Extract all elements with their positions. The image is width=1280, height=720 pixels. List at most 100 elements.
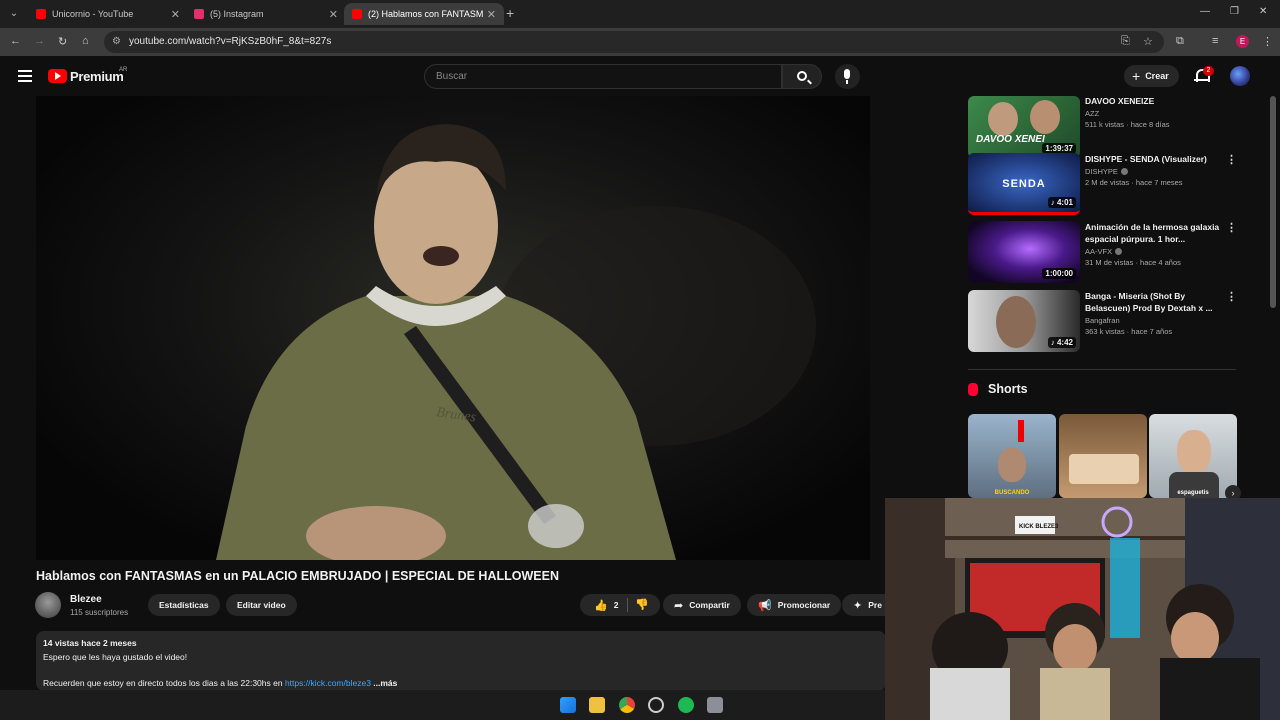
share-button[interactable]: ➦ Compartir [663,594,741,616]
back-icon[interactable]: ← [10,35,21,47]
video-thumbnail[interactable]: SENDA ♪ 4:01 [968,153,1080,215]
premium-button[interactable]: ✦ Pre [842,594,885,616]
tab-instagram[interactable]: (5) Instagram ✕ [186,3,346,25]
close-tab-icon[interactable]: ✕ [487,8,496,21]
channel-avatar[interactable] [35,592,61,618]
search-button[interactable] [782,64,822,89]
video-thumbnail[interactable]: DAVOO XENEI 1:39:37 [968,96,1080,158]
channel-name[interactable]: Blezee [70,594,102,605]
dislike-icon[interactable]: 👎 [635,598,649,611]
shorts-logo-icon [968,382,978,396]
create-button[interactable]: + Crear [1124,65,1179,87]
file-explorer-icon[interactable] [589,697,605,713]
more-options-icon[interactable]: ⋮ [1226,221,1237,234]
search-input[interactable] [425,65,781,88]
more-options-icon[interactable]: ⋮ [1226,153,1237,166]
share-label: Compartir [689,600,730,610]
channel-name[interactable]: AA-VFX [1085,247,1225,256]
like-dislike-group[interactable]: 👍 2 👎 [580,594,660,616]
like-separator [627,598,628,612]
spotify-icon[interactable] [678,697,694,713]
stats-label: Estadísticas [159,600,209,610]
chrome-menu-icon[interactable]: ⋮ [1262,35,1273,48]
show-more-button[interactable]: ...más [371,678,397,688]
video-thumbnail[interactable]: 1:00:00 [968,221,1080,283]
close-tab-icon[interactable]: ✕ [171,8,180,21]
video-meta: 511 k vistas · hace 8 días [1085,120,1170,129]
edit-video-button[interactable]: Editar video [226,594,297,616]
new-tab-icon[interactable]: + [506,5,514,21]
chrome-icon[interactable] [619,697,635,713]
video-title[interactable]: DISHYPE - SENDA (Visualizer) [1085,153,1225,165]
search-icon [797,71,807,81]
short-caption: BUSCANDO [994,490,1030,496]
channel-name[interactable]: Bangafran [1085,316,1225,325]
close-tab-icon[interactable]: ✕ [329,8,338,21]
video-title[interactable]: Banga - Miseria (Shot By Belascuen) Prod… [1085,290,1225,314]
verified-icon [1115,248,1123,255]
menu-icon[interactable] [18,70,32,82]
tab-title: Unicornio - YouTube [52,9,134,19]
video-title[interactable]: Animación de la hermosa galaxia espacial… [1085,221,1225,245]
home-icon[interactable]: ⌂ [82,35,89,47]
recommendation-item[interactable]: 1:00:00 Animación de la hermosa galaxia … [968,221,1237,283]
search-box[interactable] [424,64,782,89]
windows-start-icon[interactable] [560,697,576,713]
recommendation-item[interactable]: SENDA ♪ 4:01 DISHYPE - SENDA (Visualizer… [968,153,1237,215]
profile-avatar[interactable]: E [1236,35,1249,48]
video-title[interactable]: DAVOO XENEIZE [1085,95,1225,107]
shorts-title: Shorts [988,382,1028,396]
edit-video-label: Editar video [237,600,286,610]
notifications-badge: 2 [1203,66,1214,76]
video-title: Hablamos con FANTASMAS en un PALACIO EMB… [36,569,559,583]
settings-gear-icon[interactable] [648,697,664,713]
duration-text: 4:01 [1056,198,1073,207]
kick-link[interactable]: https://kick.com/bleze3 [285,678,371,688]
tab-search-icon[interactable]: ⌄ [6,6,22,22]
short-card[interactable]: BUSCANDO [968,414,1056,498]
url-text[interactable]: youtube.com/watch?v=RjKSzB0hF_8&t=827s [129,36,331,47]
video-meta: 31 M de vistas · hace 4 años [1085,258,1181,267]
thumbnail-text: SENDA [1002,178,1046,190]
channel-name[interactable]: AZZ [1085,109,1225,118]
shorts-header: Shorts [968,382,1028,396]
video-player[interactable]: Brunes [36,96,870,560]
promote-button[interactable]: 📢 Promocionar [747,594,842,616]
site-info-icon[interactable]: ⚙ [112,36,121,47]
description-line: Recuerden que estoy en directo todos los… [43,677,879,691]
reload-icon[interactable]: ↻ [58,35,67,48]
install-app-icon[interactable]: ⎘ [1121,35,1130,48]
forward-icon[interactable]: → [34,35,45,47]
webcam-sign-text: KICK BLEZE3 [1019,524,1059,530]
duration-text: 4:42 [1056,338,1073,347]
address-bar[interactable]: ⚙ youtube.com/watch?v=RjKSzB0hF_8&t=827s [104,31,1164,53]
account-avatar[interactable] [1230,66,1250,86]
close-window-icon[interactable]: ✕ [1259,6,1267,17]
video-duration: ♪ 4:42 [1047,337,1076,348]
recommendation-item[interactable]: DAVOO XENEI 1:39:37 DAVOO XENEIZE AZZ 51… [968,96,1236,158]
short-card[interactable]: espaguetis [1149,414,1237,498]
page-scrollbar[interactable] [1270,96,1276,308]
restore-icon[interactable]: ❐ [1230,6,1239,17]
channel-name-text: AA-VFX [1085,247,1113,256]
minimize-icon[interactable]: — [1200,6,1210,17]
more-options-icon[interactable]: ⋮ [1226,290,1237,303]
media-control-icon[interactable]: ≡ [1212,35,1218,47]
voice-search-icon[interactable] [835,64,860,89]
tab-current-video[interactable]: (2) Hablamos con FANTASMAS ✕ [344,3,504,25]
short-card[interactable] [1059,414,1147,498]
tab-youtube[interactable]: Unicornio - YouTube ✕ [28,3,188,25]
section-divider [968,369,1236,370]
like-icon[interactable]: 👍 [594,599,608,612]
channel-name[interactable]: DISHYPE [1085,167,1225,176]
video-thumbnail[interactable]: ♪ 4:42 [968,290,1080,352]
description-box[interactable]: 14 vistas hace 2 meses Espero que les ha… [36,631,886,691]
stats-button[interactable]: Estadísticas [148,594,220,616]
brand-label[interactable]: Premium [70,69,124,84]
youtube-logo-icon[interactable] [48,69,67,83]
recommendation-item[interactable]: ♪ 4:42 Banga - Miseria (Shot By Belascue… [968,290,1237,352]
video-duration: 1:00:00 [1042,268,1076,279]
bookmark-star-icon[interactable]: ☆ [1143,35,1153,48]
extensions-icon[interactable]: ⧉ [1176,35,1184,48]
calculator-icon[interactable] [707,697,723,713]
